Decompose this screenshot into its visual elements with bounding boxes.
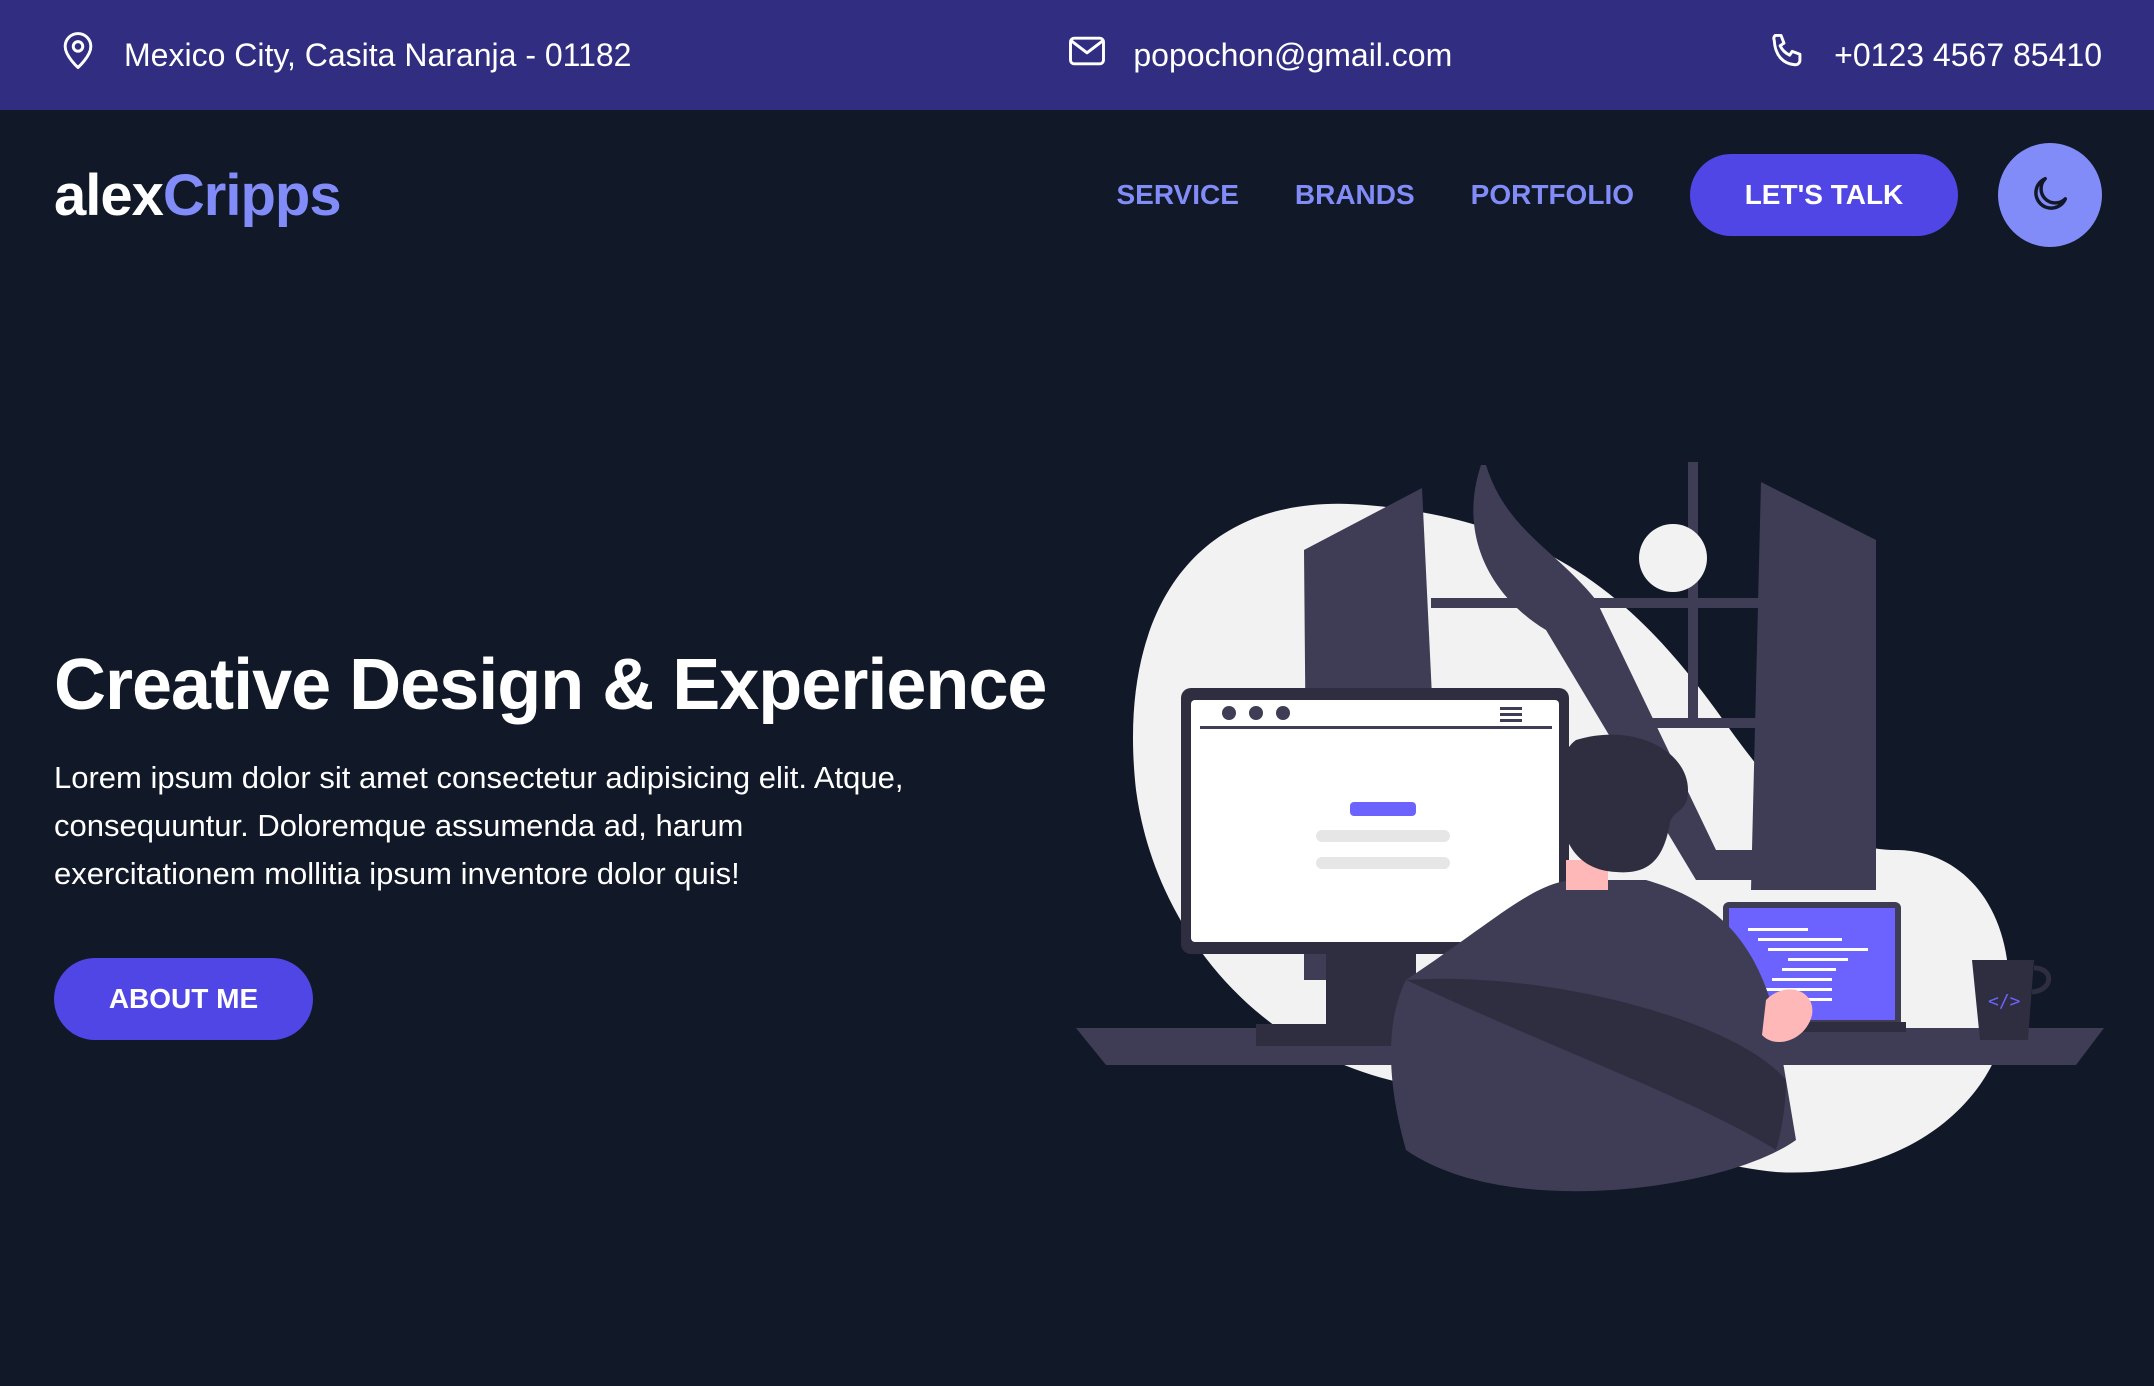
moon-icon (2027, 171, 2073, 220)
lets-talk-button[interactable]: LET'S TALK (1690, 154, 1958, 236)
monitor-line-1 (1316, 830, 1450, 842)
monitor-screen (1191, 700, 1559, 942)
window-transom (1431, 598, 1761, 608)
code-line-6 (1772, 978, 1832, 981)
hero-title: Creative Design & Experience (54, 645, 1047, 725)
monitor-menu-line-2 (1500, 713, 1522, 716)
coffee-mug-handle (2031, 965, 2052, 995)
mug-code-glyph: </> (1988, 991, 2021, 1012)
monitor-accent-bar (1350, 802, 1416, 816)
brand-logo-second: Cripps (162, 162, 342, 228)
code-line-2 (1758, 938, 1842, 941)
theme-toggle-button[interactable] (1998, 143, 2102, 247)
nav-link-portfolio[interactable]: PORTFOLIO (1471, 179, 1634, 211)
monitor-dot-3 (1276, 706, 1290, 720)
window-sill (1636, 718, 1756, 728)
monitor-dot-1 (1222, 706, 1236, 720)
building-right (1751, 482, 1876, 890)
address-text: Mexico City, Casita Naranja - 01182 (124, 36, 632, 73)
monitor-menu-line-1 (1500, 707, 1522, 710)
brand-logo[interactable]: alexCripps (54, 162, 342, 229)
brand-logo-first: alex (54, 162, 164, 228)
contact-bar: Mexico City, Casita Naranja - 01182 popo… (0, 0, 2154, 110)
nav-link-brands[interactable]: BRANDS (1295, 179, 1415, 211)
about-me-button[interactable]: ABOUT ME (54, 958, 313, 1040)
window-mullion (1688, 462, 1698, 722)
envelope-icon (1065, 29, 1109, 81)
phone-text[interactable]: +0123 4567 85410 (1834, 37, 2102, 74)
monitor-divider (1200, 726, 1552, 729)
address-contact: Mexico City, Casita Naranja - 01182 (56, 29, 631, 81)
phone-icon (1766, 29, 1810, 81)
main-nav: alexCripps SERVICE BRANDS PORTFOLIO LET'… (0, 110, 2154, 280)
code-line-4 (1788, 958, 1848, 961)
monitor-line-2 (1316, 857, 1450, 869)
monitor-menu-line-3 (1500, 719, 1522, 722)
code-line-3 (1768, 948, 1868, 951)
map-pin-icon (56, 29, 100, 81)
email-contact[interactable]: popochon@gmail.com (1065, 29, 1452, 81)
code-line-5 (1782, 968, 1836, 971)
phone-contact[interactable]: +0123 4567 85410 (1766, 29, 2102, 81)
nav-actions: SERVICE BRANDS PORTFOLIO LET'S TALK (1116, 143, 2102, 247)
hero-description: Lorem ipsum dolor sit amet consectetur a… (54, 760, 904, 891)
moon-disc (1639, 524, 1707, 592)
monitor-dot-2 (1249, 706, 1263, 720)
email-text[interactable]: popochon@gmail.com (1133, 37, 1452, 74)
nav-link-service[interactable]: SERVICE (1116, 179, 1238, 211)
developer-illustration: </> (1076, 462, 2104, 1192)
code-line-1 (1748, 928, 1808, 931)
